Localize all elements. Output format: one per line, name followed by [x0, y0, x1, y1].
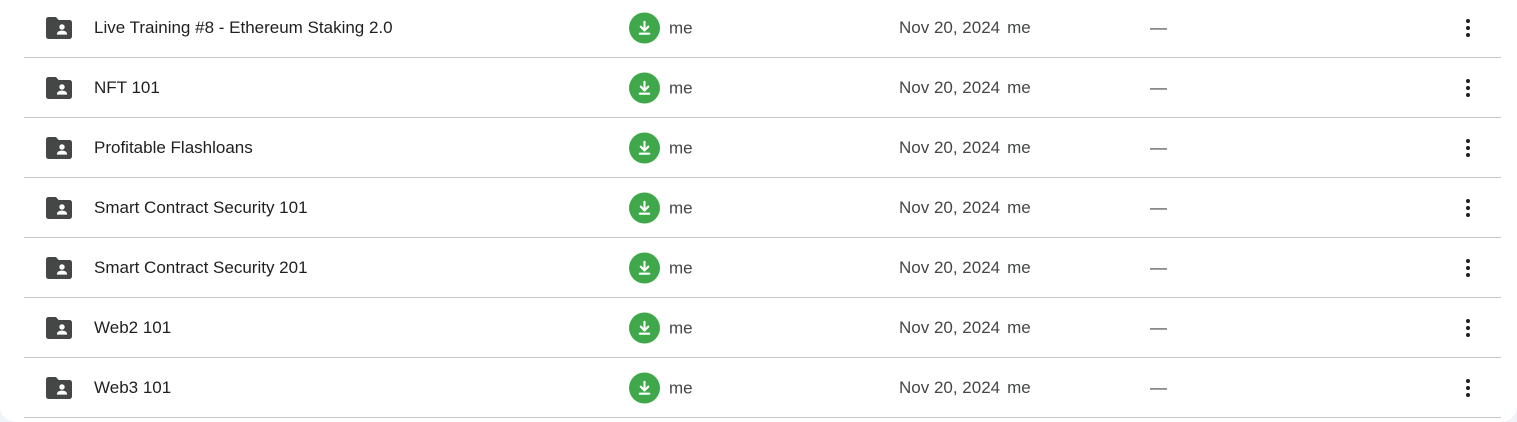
last-modified: Nov 20, 2024 me [899, 258, 1031, 278]
shared-folder-icon [46, 197, 72, 219]
last-modified: Nov 20, 2024 me [899, 78, 1031, 98]
more-vert-icon [1466, 79, 1470, 97]
file-row[interactable]: Profitable Flashloans me Nov 20, 2024 me… [24, 118, 1501, 178]
file-name[interactable]: Smart Contract Security 101 [94, 198, 308, 218]
modified-by: me [1007, 198, 1031, 217]
download-offline-icon [629, 372, 660, 404]
more-actions-button[interactable] [1454, 374, 1482, 402]
last-modified: Nov 20, 2024 me [899, 18, 1031, 38]
owner-cell: me [629, 132, 693, 164]
file-name[interactable]: Smart Contract Security 201 [94, 258, 308, 278]
download-offline-icon [629, 72, 660, 104]
more-actions-button[interactable] [1454, 254, 1482, 282]
owner-name: me [669, 378, 693, 397]
file-size: — [1150, 78, 1167, 97]
file-size: — [1150, 198, 1167, 217]
file-size: — [1150, 318, 1167, 337]
modified-by: me [1007, 18, 1031, 37]
file-name[interactable]: Web3 101 [94, 378, 171, 398]
more-vert-icon [1466, 379, 1470, 397]
download-offline-icon [629, 252, 660, 284]
modified-by: me [1007, 138, 1031, 157]
file-name[interactable]: NFT 101 [94, 78, 160, 98]
owner-name: me [669, 258, 693, 277]
more-actions-button[interactable] [1454, 14, 1482, 42]
more-actions-button[interactable] [1454, 134, 1482, 162]
download-offline-icon [629, 12, 660, 44]
file-name[interactable]: Live Training #8 - Ethereum Staking 2.0 [94, 18, 393, 38]
file-size: — [1150, 18, 1167, 37]
owner-name: me [669, 318, 693, 337]
file-row[interactable]: Live Training #8 - Ethereum Staking 2.0 … [24, 0, 1501, 58]
download-offline-icon [629, 312, 660, 344]
more-vert-icon [1466, 259, 1470, 277]
last-modified: Nov 20, 2024 me [899, 198, 1031, 218]
owner-name: me [669, 78, 693, 97]
file-name[interactable]: Web2 101 [94, 318, 171, 338]
last-modified: Nov 20, 2024 me [899, 378, 1031, 398]
file-row[interactable]: Web3 101 me Nov 20, 2024 me — [24, 358, 1501, 418]
modified-date: Nov 20, 2024 [899, 198, 1001, 217]
file-size: — [1150, 138, 1167, 157]
modified-by: me [1007, 318, 1031, 337]
modified-by: me [1007, 78, 1031, 97]
last-modified: Nov 20, 2024 me [899, 138, 1031, 158]
last-modified: Nov 20, 2024 me [899, 318, 1031, 338]
modified-by: me [1007, 378, 1031, 397]
download-offline-icon [629, 192, 660, 224]
modified-date: Nov 20, 2024 [899, 18, 1001, 37]
more-vert-icon [1466, 319, 1470, 337]
file-row[interactable]: Web2 101 me Nov 20, 2024 me — [24, 298, 1501, 358]
modified-date: Nov 20, 2024 [899, 318, 1001, 337]
shared-folder-icon [46, 137, 72, 159]
shared-folder-icon [46, 377, 72, 399]
file-size: — [1150, 378, 1167, 397]
file-row[interactable]: NFT 101 me Nov 20, 2024 me — [24, 58, 1501, 118]
owner-name: me [669, 18, 693, 37]
file-list: Live Training #8 - Ethereum Staking 2.0 … [24, 0, 1501, 418]
file-name[interactable]: Profitable Flashloans [94, 138, 253, 158]
more-actions-button[interactable] [1454, 314, 1482, 342]
shared-folder-icon [46, 17, 72, 39]
owner-name: me [669, 138, 693, 157]
shared-folder-icon [46, 317, 72, 339]
more-actions-button[interactable] [1454, 194, 1482, 222]
more-vert-icon [1466, 199, 1470, 217]
owner-cell: me [629, 252, 693, 284]
modified-by: me [1007, 258, 1031, 277]
file-row[interactable]: Smart Contract Security 101 me Nov 20, 2… [24, 178, 1501, 238]
more-vert-icon [1466, 139, 1470, 157]
file-list-panel: Live Training #8 - Ethereum Staking 2.0 … [0, 0, 1517, 422]
file-size: — [1150, 258, 1167, 277]
modified-date: Nov 20, 2024 [899, 258, 1001, 277]
shared-folder-icon [46, 77, 72, 99]
modified-date: Nov 20, 2024 [899, 138, 1001, 157]
owner-cell: me [629, 72, 693, 104]
owner-cell: me [629, 12, 693, 44]
owner-cell: me [629, 372, 693, 404]
modified-date: Nov 20, 2024 [899, 78, 1001, 97]
download-offline-icon [629, 132, 660, 164]
owner-name: me [669, 198, 693, 217]
owner-cell: me [629, 312, 693, 344]
more-vert-icon [1466, 19, 1470, 37]
file-row[interactable]: Smart Contract Security 201 me Nov 20, 2… [24, 238, 1501, 298]
shared-folder-icon [46, 257, 72, 279]
owner-cell: me [629, 192, 693, 224]
more-actions-button[interactable] [1454, 74, 1482, 102]
modified-date: Nov 20, 2024 [899, 378, 1001, 397]
